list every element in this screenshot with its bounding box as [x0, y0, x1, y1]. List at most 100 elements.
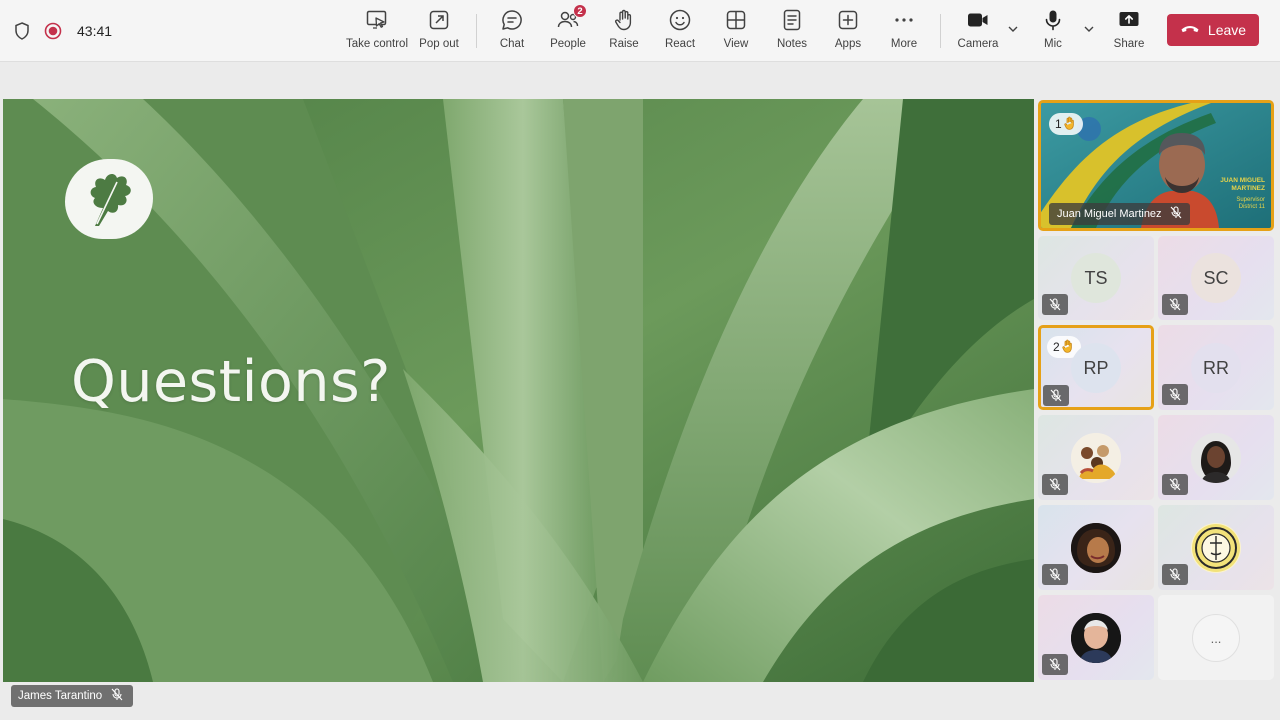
participant-tile-sc[interactable]: SC [1158, 236, 1274, 320]
person-photo-icon [1191, 433, 1241, 483]
chat-label: Chat [499, 38, 525, 50]
person-photo-icon [1071, 613, 1121, 663]
pop-out-icon [427, 8, 451, 32]
recording-icon [44, 22, 62, 40]
participant-tile-ts[interactable]: TS [1038, 236, 1154, 320]
grid-view-icon [724, 8, 748, 32]
chat-icon [500, 8, 524, 32]
participant-name: Juan Miguel Martinez [1057, 208, 1162, 220]
apps-button[interactable]: Apps [830, 8, 866, 56]
participant-tile-rr[interactable]: RR [1158, 325, 1274, 410]
avatar [1191, 523, 1241, 573]
chat-button[interactable]: Chat [494, 8, 530, 56]
shield-icon [14, 22, 30, 40]
participant-tile[interactable] [1158, 415, 1274, 500]
add-app-icon [836, 8, 860, 32]
meeting-toolbar: 43:41 Take control Pop out Chat 2 People… [0, 0, 1280, 62]
hang-up-icon [1180, 22, 1200, 38]
presenter-name-tag: James Tarantino [11, 685, 134, 707]
mic-off-icon [1162, 384, 1188, 405]
mic-off-icon [1162, 474, 1188, 495]
avatar [1071, 523, 1121, 573]
raised-hand-indicator: 1 [1049, 113, 1083, 135]
take-control-button[interactable]: Take control [346, 8, 409, 56]
people-label: People [550, 38, 586, 50]
mic-label: Mic [1044, 38, 1062, 50]
view-button[interactable]: View [718, 8, 754, 56]
mic-button[interactable]: Mic [1036, 8, 1070, 56]
more-label: More [890, 38, 918, 50]
raise-hand-button[interactable]: Raise [606, 8, 642, 56]
apps-label: Apps [834, 38, 862, 50]
participant-tile[interactable] [1158, 505, 1274, 590]
avatar: RP [1071, 343, 1121, 393]
smiley-icon [668, 8, 692, 32]
mic-options-chevron-down-icon[interactable] [1082, 22, 1096, 36]
county-seal-icon [1192, 524, 1240, 572]
camera-button[interactable]: Camera [956, 8, 1000, 56]
take-control-label: Take control [346, 38, 409, 50]
camera-icon [966, 8, 990, 32]
view-label: View [723, 38, 749, 50]
people-button[interactable]: 2 People [548, 4, 588, 56]
avatar [1071, 613, 1121, 663]
meeting-status: 43:41 [14, 20, 112, 42]
react-button[interactable]: React [662, 8, 698, 56]
mic-off-icon [1162, 564, 1188, 585]
mic-off-icon [1042, 654, 1068, 675]
pop-out-button[interactable]: Pop out [417, 8, 461, 56]
mic-off-icon [1162, 294, 1188, 315]
avatar: RR [1191, 343, 1241, 393]
video-banner-name: JUAN MIGUEL MARTINEZ [1220, 177, 1265, 192]
mic-off-icon [111, 688, 123, 704]
participant-tile-rp[interactable]: 2 RP [1038, 325, 1154, 410]
share-button[interactable]: Share [1112, 8, 1146, 56]
hand-queue-position: 2 [1053, 340, 1060, 354]
shared-content-stage: Questions? [3, 99, 1034, 682]
avatar: TS [1071, 253, 1121, 303]
camera-label: Camera [957, 38, 999, 50]
avatar: SC [1191, 253, 1241, 303]
people-count-badge: 2 [573, 4, 587, 18]
avatar [1191, 433, 1241, 483]
participant-video-tile-featured[interactable]: 1 JUAN MIGUEL MARTINEZ Supervisor Distri… [1038, 100, 1274, 231]
mic-off-icon [1042, 294, 1068, 315]
participant-name-tag: Juan Miguel Martinez [1049, 203, 1190, 225]
participant-tile[interactable] [1038, 505, 1154, 590]
share-screen-icon [1117, 8, 1141, 32]
toolbar-divider [940, 14, 941, 48]
mic-off-icon [1043, 385, 1069, 406]
camera-options-chevron-down-icon[interactable] [1006, 22, 1020, 36]
raise-hand-icon [612, 8, 636, 32]
raised-hand-icon [1062, 339, 1075, 356]
avatar [1071, 433, 1121, 483]
notes-icon [780, 8, 804, 32]
raised-hand-icon [1064, 116, 1077, 133]
group-photo-icon [1071, 433, 1121, 483]
leave-button[interactable]: Leave [1167, 14, 1259, 46]
person-photo-icon [1071, 523, 1121, 573]
meeting-timer: 43:41 [77, 23, 113, 39]
participant-tile[interactable] [1038, 415, 1154, 500]
oak-leaf-icon [90, 174, 131, 226]
pop-out-label: Pop out [419, 38, 459, 50]
mic-off-icon [1042, 474, 1068, 495]
oak-leaf-logo [65, 159, 153, 239]
microphone-icon [1041, 8, 1065, 32]
more-participants-button[interactable]: ... [1192, 614, 1240, 662]
participant-tile[interactable] [1038, 595, 1154, 680]
more-button[interactable]: More [886, 8, 922, 56]
notes-button[interactable]: Notes [774, 8, 810, 56]
people-icon: 2 [556, 4, 587, 32]
presenter-name: James Tarantino [18, 690, 103, 702]
take-control-icon [365, 8, 389, 32]
notes-label: Notes [776, 38, 808, 50]
share-label: Share [1113, 38, 1145, 50]
react-label: React [664, 38, 696, 50]
mic-off-icon [1042, 564, 1068, 585]
hand-queue-position: 1 [1055, 117, 1062, 131]
mic-off-icon [1170, 206, 1182, 222]
toolbar-divider [476, 14, 477, 48]
more-icon [892, 8, 916, 32]
leave-label: Leave [1207, 22, 1247, 38]
